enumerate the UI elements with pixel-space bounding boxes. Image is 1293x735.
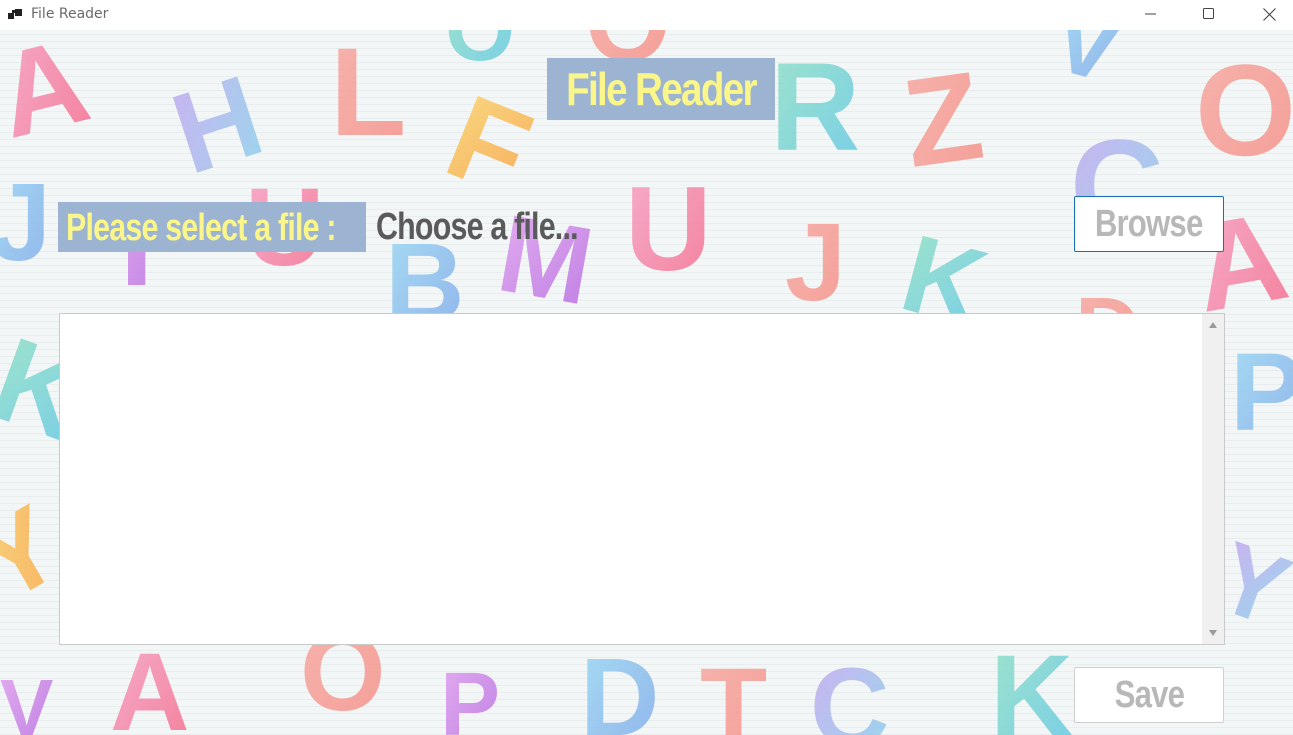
svg-text:O: O — [1195, 37, 1293, 183]
svg-text:P: P — [440, 655, 500, 735]
file-path-placeholder: Choose a file... — [376, 206, 579, 248]
close-icon — [1262, 7, 1276, 21]
select-file-label: Please select a file : — [58, 202, 366, 252]
scroll-down-button[interactable] — [1202, 622, 1224, 644]
scroll-up-button[interactable] — [1202, 314, 1224, 336]
vertical-scrollbar[interactable] — [1202, 314, 1224, 644]
page-title-text: File Reader — [566, 63, 758, 115]
file-content-panel — [59, 313, 1225, 645]
svg-text:K: K — [990, 632, 1073, 735]
svg-text:T: T — [700, 646, 767, 735]
window-title: File Reader — [31, 6, 109, 22]
select-file-label-text: Please select a file : — [66, 207, 336, 249]
svg-text:C: C — [810, 646, 889, 735]
scroll-up-arrow-icon — [1209, 322, 1217, 328]
svg-text:V: V — [1041, 30, 1135, 105]
svg-text:A: A — [0, 30, 101, 164]
minimize-icon — [1145, 13, 1156, 15]
svg-text:A: A — [110, 631, 189, 735]
close-button[interactable] — [1242, 0, 1293, 28]
page-title: File Reader — [547, 58, 775, 120]
svg-text:L: L — [330, 30, 406, 162]
minimize-button[interactable] — [1124, 0, 1178, 28]
svg-text:Z: Z — [896, 46, 991, 194]
svg-text:V: V — [0, 663, 53, 735]
maximize-icon — [1203, 8, 1214, 19]
scroll-down-arrow-icon — [1209, 630, 1217, 636]
svg-text:P: P — [1230, 331, 1293, 454]
svg-text:R: R — [770, 38, 860, 177]
browse-button-label: Browse — [1095, 202, 1203, 245]
file-path-field[interactable]: Choose a file... — [372, 198, 1066, 253]
application-window: File Reader A H L O F R Z V O C A J B M … — [0, 0, 1293, 735]
file-content-textarea[interactable] — [60, 314, 1200, 644]
title-bar[interactable]: File Reader — [0, 0, 1293, 30]
svg-text:J: J — [0, 161, 51, 284]
svg-text:D: D — [580, 636, 659, 735]
browse-button[interactable]: Browse — [1074, 196, 1224, 252]
client-area: A H L O Q F R Z V O C A J T U B M U J K — [0, 30, 1293, 735]
app-window-icon — [8, 9, 22, 19]
save-button-label: Save — [1114, 673, 1184, 716]
maximize-button[interactable] — [1182, 0, 1236, 28]
save-button[interactable]: Save — [1074, 667, 1224, 723]
